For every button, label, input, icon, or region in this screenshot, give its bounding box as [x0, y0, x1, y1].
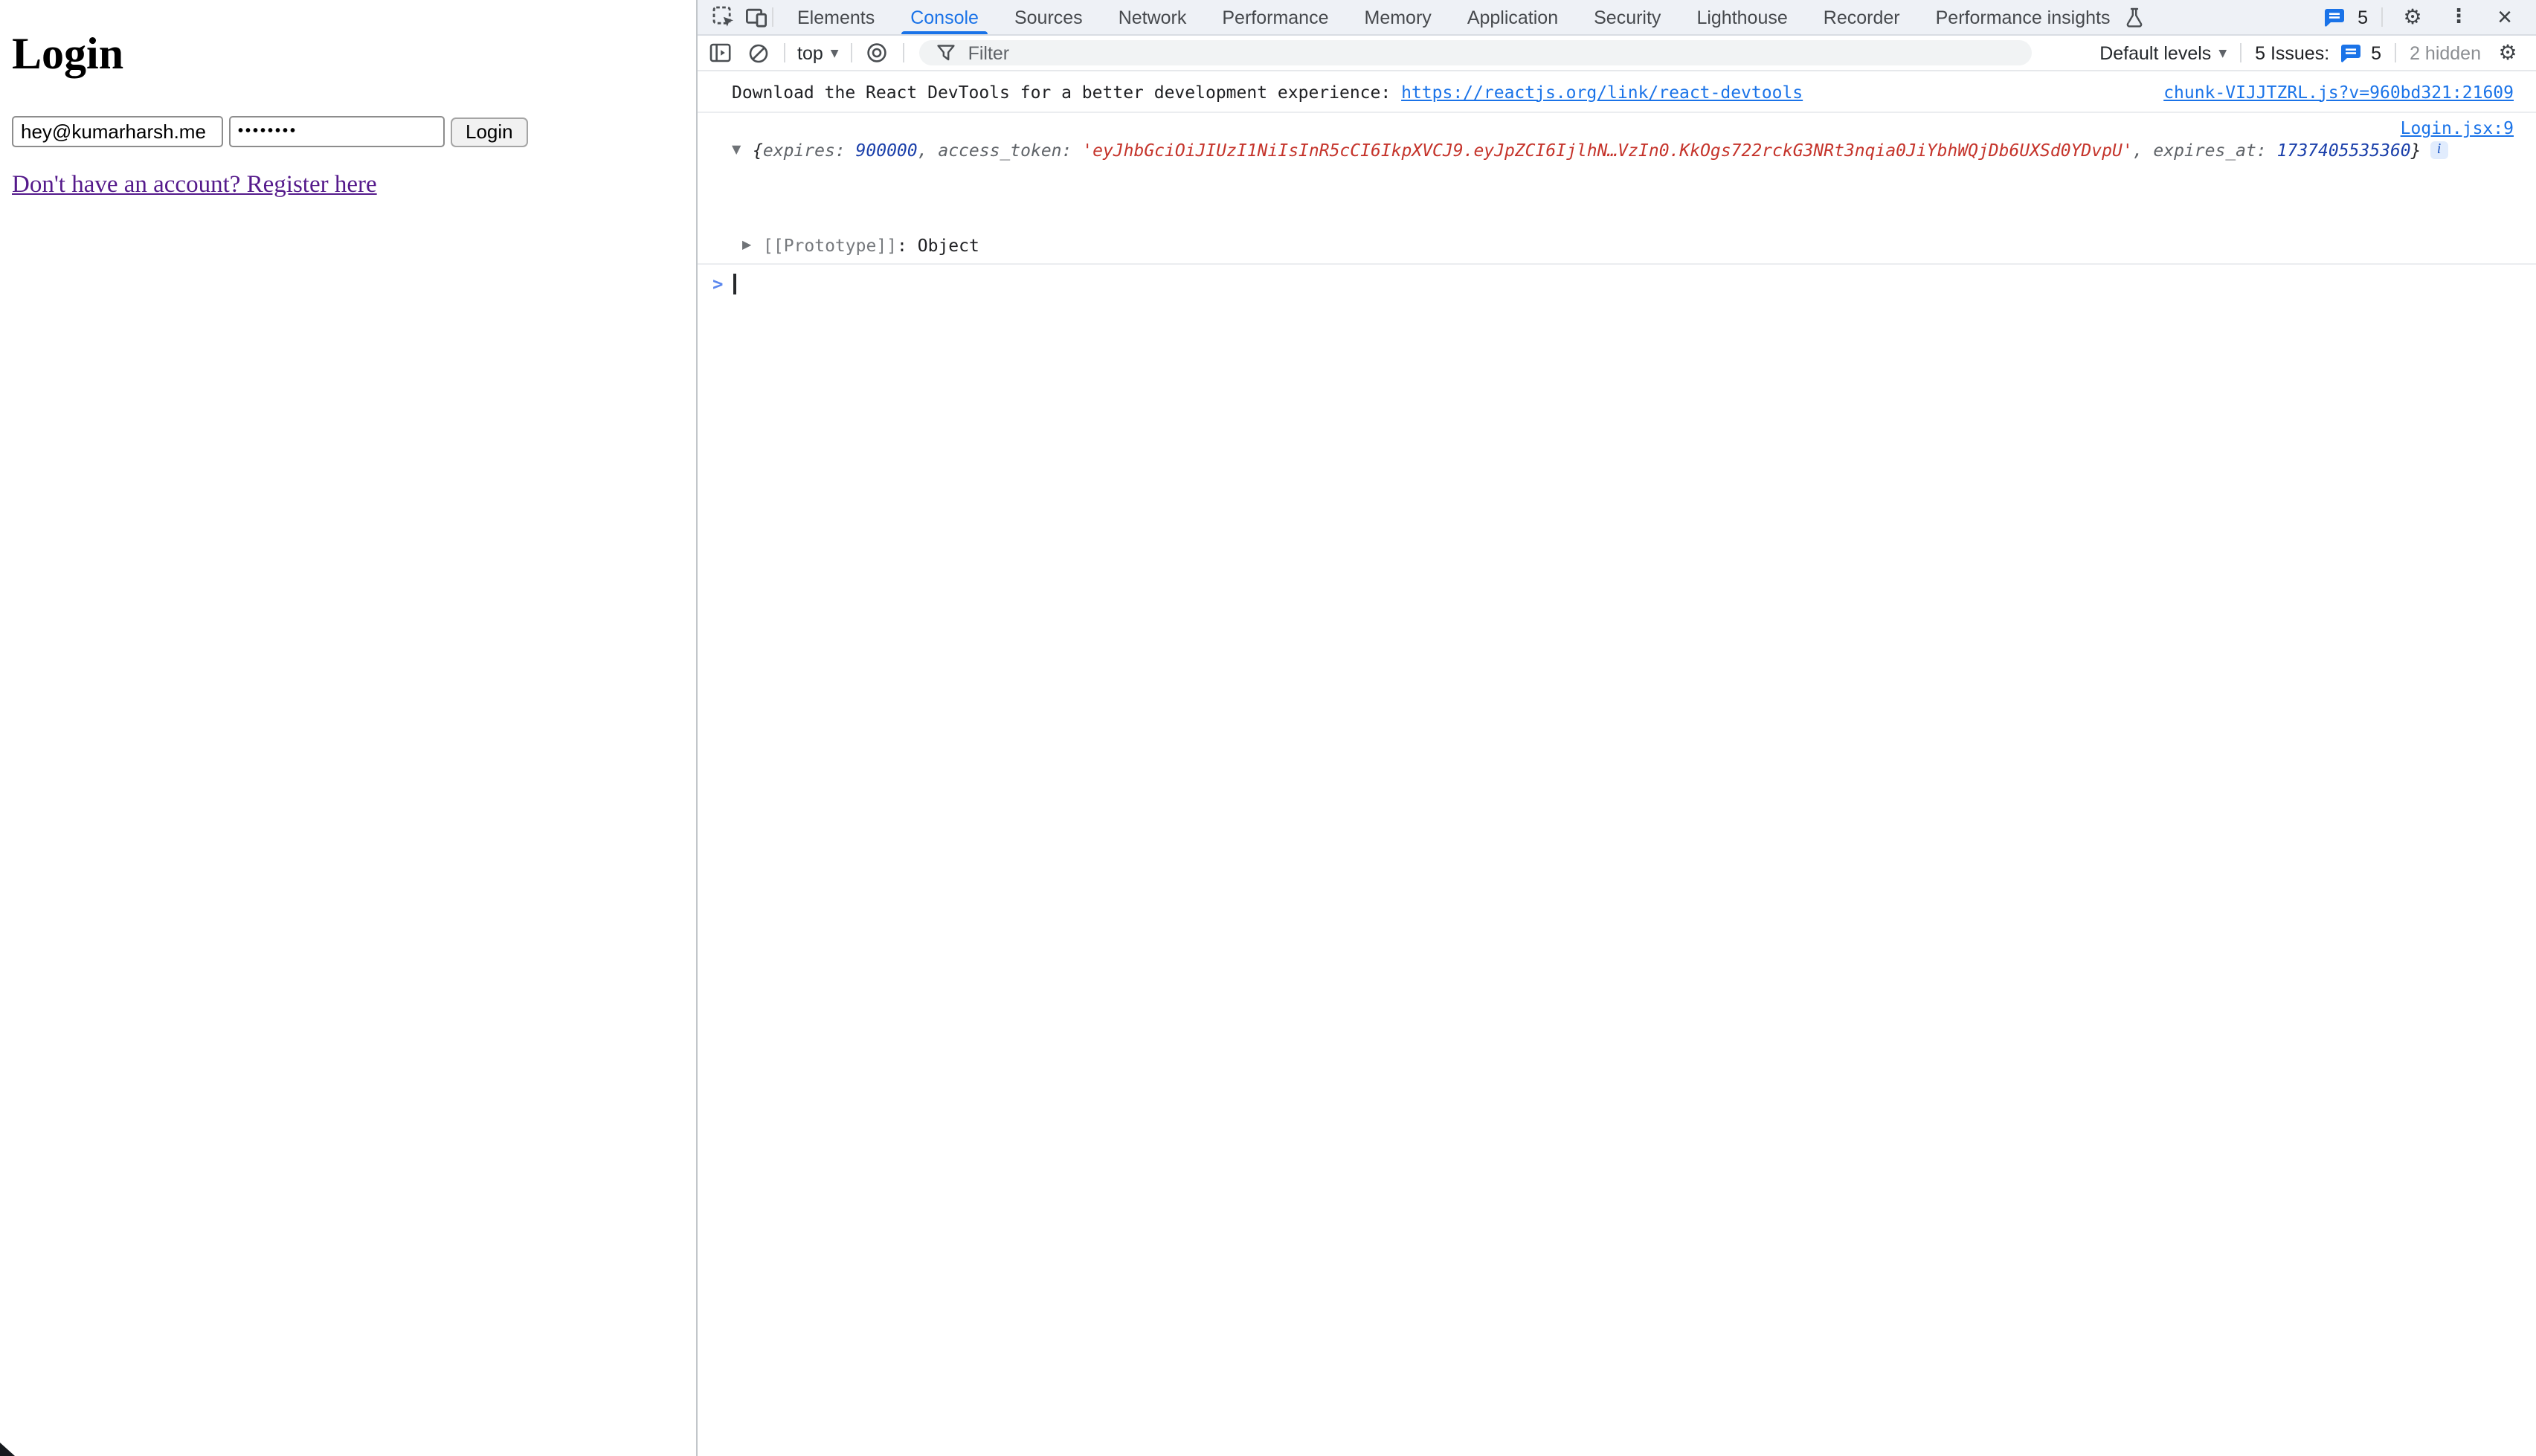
page-title: Login	[12, 30, 123, 80]
login-page: Login Login Don't have an account? Regis…	[0, 0, 696, 1456]
inspect-element-icon[interactable]	[707, 0, 739, 35]
settings-gear-icon[interactable]: ⚙	[2396, 0, 2429, 35]
live-expression-eye-icon[interactable]	[864, 39, 891, 66]
login-form: Login	[12, 116, 528, 147]
object-property-access-token: access_token: "eyJhbGciOiJIUzI1NiIsInR5c…	[732, 162, 2536, 186]
console-toolbar: top ▼ Default l	[698, 36, 2536, 71]
divider	[772, 7, 773, 27]
tab-memory[interactable]: Memory	[1347, 0, 1449, 34]
log-levels-selector[interactable]: Default levels ▼	[2099, 42, 2227, 63]
issues-counter-button[interactable]: 5	[2317, 0, 2368, 35]
tab-elements[interactable]: Elements	[779, 0, 892, 34]
tab-console[interactable]: Console	[892, 0, 997, 34]
login-button[interactable]: Login	[451, 117, 528, 146]
tab-network[interactable]: Network	[1101, 0, 1205, 34]
object-property-expires: expires: 900000	[732, 186, 2536, 210]
console-sidebar-toggle-icon[interactable]	[707, 39, 733, 66]
expand-arrow-icon[interactable]: ▼	[732, 138, 753, 162]
source-link-chunk[interactable]: chunk-VIJJTZRL.js?v=960bd321:21609	[2163, 81, 2514, 102]
issues-bubble-icon	[2337, 39, 2363, 66]
console-messages: Download the React DevTools for a better…	[698, 71, 2536, 1456]
chevron-down-icon: ▼	[2218, 47, 2227, 59]
devtools-tabs: Elements Console Sources Network Perform…	[779, 0, 2168, 34]
tab-recorder[interactable]: Recorder	[1806, 0, 1918, 34]
tab-security[interactable]: Security	[1576, 0, 1679, 34]
console-prompt[interactable]: >	[698, 265, 2536, 303]
corner-overlay-wedge	[0, 1443, 15, 1456]
register-link[interactable]: Don't have an account? Register here	[12, 170, 377, 199]
kebab-menu-icon[interactable]: ⋮	[2442, 0, 2475, 35]
devtools-tabbar: Elements Console Sources Network Perform…	[698, 0, 2536, 36]
flask-icon	[2117, 0, 2150, 35]
tab-performance-insights[interactable]: Performance insights	[1918, 0, 2169, 34]
tabbar-right-controls: 5 ⚙ ⋮ ×	[2317, 0, 2536, 35]
clear-console-icon[interactable]	[745, 39, 772, 66]
object-property-expires-at: expires_at: 1737405535360	[732, 210, 2536, 233]
context-selector[interactable]: top ▼	[797, 42, 839, 63]
screen: Login Login Don't have an account? Regis…	[0, 0, 2536, 1456]
react-devtools-message-text: Download the React DevTools for a better…	[732, 81, 1401, 102]
tab-performance[interactable]: Performance	[1204, 0, 1346, 34]
divider	[2395, 43, 2396, 62]
divider	[2381, 7, 2383, 27]
filter-funnel-icon	[933, 39, 959, 66]
console-settings-gear-icon[interactable]: ⚙	[2494, 39, 2521, 66]
object-prototype-row: ▶[[Prototype]]: Object	[732, 233, 2536, 257]
devtools-panel: Elements Console Sources Network Perform…	[696, 0, 2536, 1456]
divider	[784, 43, 785, 62]
divider	[903, 43, 904, 62]
info-icon[interactable]: i	[2430, 141, 2448, 159]
issues-bubble-icon	[2317, 0, 2350, 35]
prompt-chevron-icon: >	[712, 274, 723, 294]
console-filter[interactable]	[919, 40, 2032, 65]
divider	[2240, 43, 2241, 62]
issues-summary-button[interactable]: 5 Issues: 5	[2255, 39, 2381, 66]
divider	[851, 43, 852, 62]
tab-application[interactable]: Application	[1449, 0, 1576, 34]
device-toolbar-icon[interactable]	[739, 0, 772, 35]
filter-input[interactable]	[968, 42, 2018, 63]
hidden-messages-label: 2 hidden	[2410, 42, 2481, 63]
console-message-logged-object: Login.jsx:9 ▼{expires: 900000, access_to…	[698, 113, 2536, 265]
password-field[interactable]	[229, 116, 445, 147]
react-devtools-link[interactable]: https://reactjs.org/link/react-devtools	[1401, 81, 1803, 102]
close-devtools-icon[interactable]: ×	[2488, 0, 2521, 35]
toolbar-right-controls: Default levels ▼ 5 Issues: 5	[2099, 39, 2521, 66]
active-tab-underline	[901, 30, 988, 34]
text-cursor	[733, 274, 736, 294]
source-link-login-jsx[interactable]: Login.jsx:9	[2401, 117, 2514, 138]
chevron-down-icon: ▼	[831, 47, 839, 59]
tab-lighthouse[interactable]: Lighthouse	[1679, 0, 1805, 34]
object-preview-line: ▼{expires: 900000, access_token: 'eyJhbG…	[732, 138, 2536, 162]
email-field[interactable]	[12, 116, 223, 147]
console-message-react-devtools: Download the React DevTools for a better…	[698, 71, 2536, 113]
collapse-arrow-icon[interactable]: ▶	[742, 233, 763, 257]
tab-sources[interactable]: Sources	[997, 0, 1101, 34]
